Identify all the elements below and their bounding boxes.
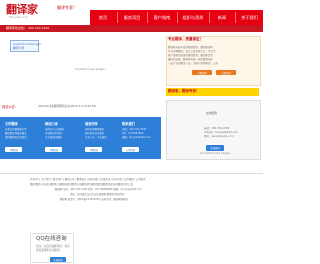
service-more-button[interactable]: 了解更多 [85,147,102,152]
service-line: 邮箱：fanyijia@163.com [122,136,151,139]
service-more-label: 了解更多 [48,149,59,152]
consult-button[interactable]: 立即咨询 [216,70,236,75]
online-consult-label: 在线咨询 [210,147,220,150]
service-line: 资料翻译提交给我们 [5,136,27,139]
service-more-button[interactable]: 了解更多 [5,147,22,152]
nav-item-about[interactable]: 关于我们 [236,10,263,25]
nav-item-guide[interactable]: 客户指南 [148,10,176,25]
plugin-placeholder-box: Couldn't load plugin. 翻译介绍 [10,40,42,52]
service-title: 网站口译 [45,122,58,126]
notice-label: 网站公告： [2,105,18,109]
plugin-error-message: Couldn't load plugin. [200,151,232,155]
footer-links[interactable]: English | 关于我们 | 联系我们 | 翻译公司 | 翻译报价 | 服务… [30,177,146,181]
contact-us-button[interactable]: 立即咨询 [122,147,139,152]
qq-popup-desc-line2: 您需要哪些专业翻译？ [36,249,62,252]
nav-item-services[interactable]: 服务项目 [118,10,146,25]
qq-consult-label: 在线咨询 [53,259,63,262]
footer-contact: 翻译家 电话：400-700-0336 传真：027-88888888 邮箱：f… [55,188,143,191]
promo-title: 专业翻译，质量保证！ [168,37,203,41]
qq-popup-title: QQ在线咨询 [36,236,67,242]
site-logo[interactable]: 翻译家 [6,4,38,15]
promo-line: 一支专业的翻译人员，为客户提供笔译、口译 [168,62,219,65]
learn-more-button[interactable]: 了解详情 [192,70,212,75]
services-panel: 文件翻译 各类文件翻译报价单 翻译服务网络全覆盖 资料翻译提交给我们 了解更多 … [0,117,161,159]
plugin-placeholder-caption: 翻译介绍 [13,46,25,50]
service-more-label: 了解更多 [8,149,19,152]
footer-address: 地址：湖北省武汉市洪山区珞喻路 翻译家 版权所有 [70,193,125,196]
service-title: 联系我们 [122,122,135,126]
nav-item-home[interactable]: 首页 [90,10,116,25]
nav-item-news[interactable]: 新闻 [210,10,234,25]
main-nav: 首页 服务项目 客户指南 组织与资质 新闻 关于我们 [90,10,263,25]
consult-label: 立即咨询 [221,72,231,75]
contact-website: 网址：www.fanyijia.com [204,135,234,138]
promo-banner-text: 翻译家，翻译专家！ [168,89,200,93]
service-title: 文件翻译 [5,122,18,126]
footer-icp: 翻译家 备案号：鄂ICP备12345678号 技术支持：翻译家网络部 [60,198,128,201]
notice-link[interactable]: 2020.(8)专家翻译服务信息(2014-4-4 19:45:59) [38,105,96,109]
contact-us-label: 立即咨询 [125,149,136,152]
service-title: 商务同传 [85,122,98,126]
footer-keywords[interactable]: 翻译|翻译公司|英语翻译|日语翻译|韩语翻译|法语翻译|德语翻译|俄语翻译|西班… [30,182,133,186]
service-line: 专业领域的翻译 [45,136,62,139]
plugin-error-message: Couldn't load plugin. [75,67,107,71]
contact-title: 在线服务 [206,111,218,115]
service-line: 专业人员、专业服务 [85,136,107,139]
qq-consult-button[interactable]: 在线咨询 [50,257,66,262]
service-more-button[interactable]: 了解更多 [45,147,62,152]
site-tagline: 翻译专家！ [57,5,77,10]
nav-item-qualification[interactable]: 组织与资质 [178,10,208,25]
logo-subtitle: Fanyijia.com [9,15,28,19]
service-more-label: 了解更多 [88,149,99,152]
info-bar-text: 翻译家欢迎您！ 400-700-0336 [6,26,50,30]
footer-divider [0,173,263,174]
learn-more-label: 了解详情 [197,72,207,75]
